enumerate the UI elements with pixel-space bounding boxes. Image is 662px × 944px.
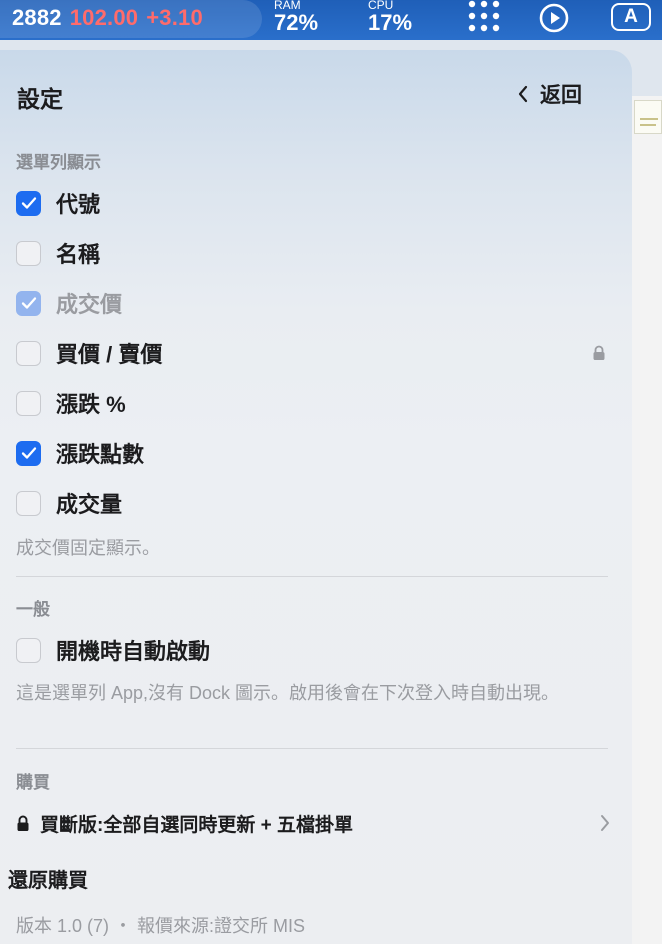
- checkmark-icon: [21, 197, 36, 209]
- general-note: 這是選單列 App,沒有 Dock 圖示。啟用後會在下次登入時自動出現。: [16, 683, 560, 703]
- cpu-stat[interactable]: CPU 17%: [368, 0, 412, 34]
- menu-bar: 2882 102.00 +3.10 RAM 72% CPU 17% A: [0, 0, 662, 40]
- option-label: 買價 / 賣價: [56, 342, 163, 367]
- settings-panel: 設定 返回 選單列顯示 代號 名稱 成交價 買價 / 賣價 漲跌 % 漲跌點數 …: [0, 50, 632, 944]
- checkmark-icon: [21, 297, 36, 309]
- background-line: [640, 124, 656, 126]
- lock-icon: [17, 815, 29, 831]
- option-row-code[interactable]: 代號: [16, 188, 100, 218]
- section-title-menubar: 選單列顯示: [16, 153, 101, 172]
- back-label: 返回: [540, 84, 582, 107]
- back-button[interactable]: 返回: [518, 80, 582, 108]
- option-label: 代號: [56, 192, 101, 217]
- version-footer: 版本 1.0 (7) ・ 報價來源:證交所 MIS: [16, 916, 306, 936]
- section-title-purchase: 購買: [16, 773, 50, 792]
- checkmark-icon: [21, 447, 36, 459]
- menubar-note: 成交價固定顯示。: [16, 538, 160, 558]
- lock-icon: [593, 345, 605, 360]
- option-row-volume[interactable]: 成交量: [16, 488, 122, 518]
- option-label: 成交價: [56, 292, 123, 317]
- option-row-price: 成交價: [16, 288, 122, 318]
- panel-header: 設定 返回: [0, 50, 632, 140]
- play-circle-icon[interactable]: [538, 2, 570, 34]
- cpu-value: 17%: [368, 10, 413, 35]
- option-row-name[interactable]: 名稱: [16, 238, 100, 268]
- lifetime-purchase-label: 買斷版:全部自選同時更新 + 五檔掛單: [40, 814, 353, 836]
- option-label: 漲跌 %: [56, 392, 126, 417]
- ram-stat[interactable]: RAM 72%: [274, 0, 318, 34]
- checkbox-change-points[interactable]: [16, 440, 41, 466]
- option-label: 開機時自動啟動: [56, 639, 211, 664]
- option-row-change-points[interactable]: 漲跌點數: [16, 438, 144, 468]
- ticker-price: 102.00: [69, 5, 139, 30]
- stock-ticker-item[interactable]: 2882 102.00 +3.10: [0, 0, 262, 38]
- section-title-general: 一般: [16, 600, 50, 619]
- option-label: 漲跌點數: [56, 442, 145, 467]
- option-row-change-pct[interactable]: 漲跌 %: [16, 388, 126, 418]
- checkbox-volume[interactable]: [16, 490, 41, 516]
- option-label: 名稱: [56, 242, 101, 267]
- restore-purchase-button[interactable]: 還原購買: [8, 864, 88, 893]
- ram-value: 72%: [274, 10, 319, 35]
- checkbox-price: [16, 290, 41, 316]
- divider: [16, 748, 608, 749]
- background-thumbnail: [634, 100, 662, 134]
- chevron-right-icon: [601, 815, 609, 831]
- ticker-change: +3.10: [146, 5, 203, 30]
- option-row-launch-at-login[interactable]: 開機時自動啟動: [16, 635, 210, 665]
- page-title: 設定: [17, 86, 63, 112]
- checkbox-name[interactable]: [16, 240, 41, 266]
- checkbox-change-pct[interactable]: [16, 390, 41, 416]
- dots-grid-icon[interactable]: [466, 0, 502, 34]
- input-source-icon[interactable]: A: [611, 3, 651, 31]
- ticker-code: 2882: [12, 5, 62, 30]
- stock-ticker: 2882 102.00 +3.10: [12, 5, 203, 31]
- divider: [16, 576, 608, 577]
- chevron-left-icon: [518, 85, 528, 103]
- background-line: [640, 118, 658, 120]
- option-row-bid-ask[interactable]: 買價 / 賣價: [16, 338, 162, 368]
- checkbox-launch-at-login[interactable]: [16, 637, 41, 663]
- lifetime-purchase-button[interactable]: 買斷版:全部自選同時更新 + 五檔掛單: [16, 808, 612, 838]
- background-window: [630, 96, 662, 944]
- checkbox-bid-ask[interactable]: [16, 340, 41, 366]
- option-label: 成交量: [56, 492, 123, 517]
- checkbox-code[interactable]: [16, 190, 41, 216]
